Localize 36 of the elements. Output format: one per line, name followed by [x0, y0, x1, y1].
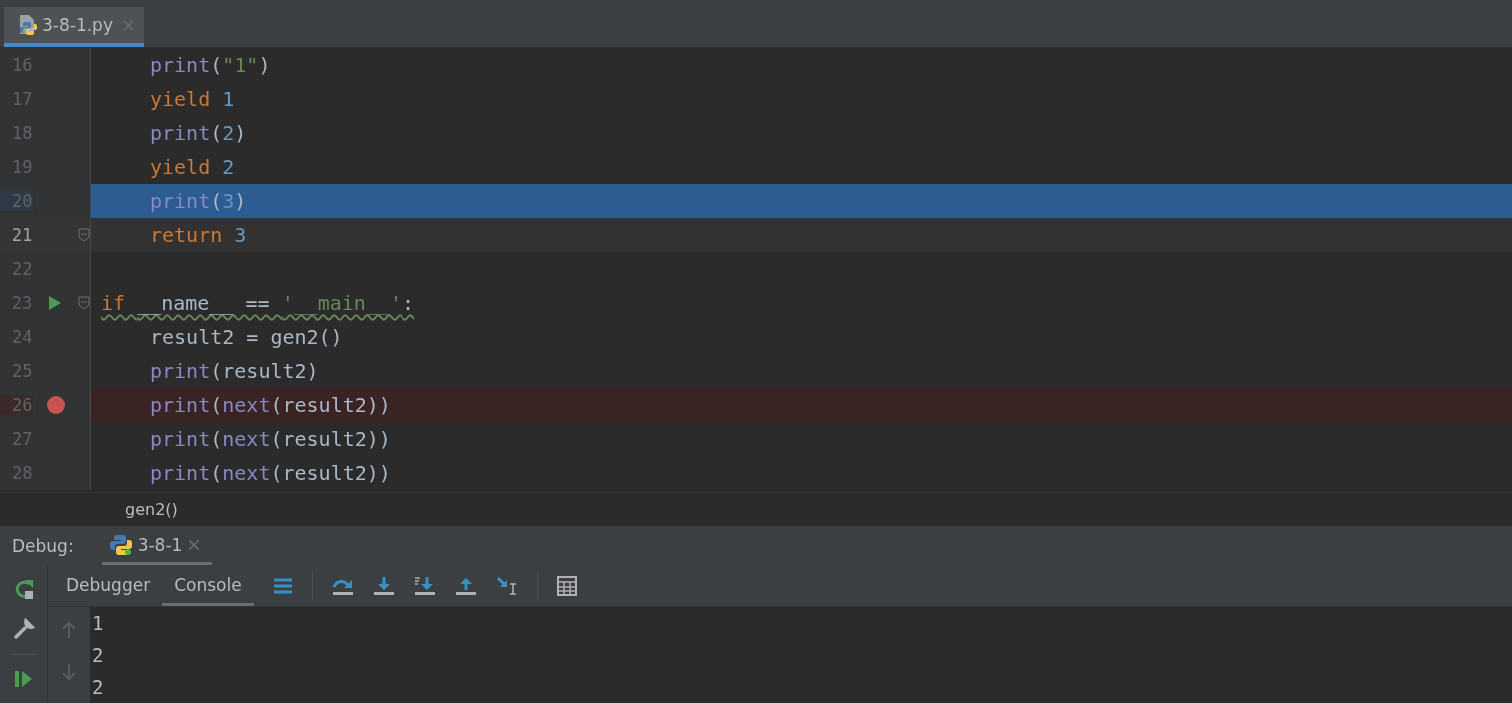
console-output: 2 [92, 676, 104, 698]
code-text: yield 2 [150, 154, 235, 181]
breakpoint-icon[interactable] [46, 396, 65, 414]
debug-label: Debug: [12, 536, 74, 556]
calculator-icon[interactable] [556, 576, 577, 596]
code-text: print(result2) [150, 358, 319, 385]
code-text: print(2) [150, 120, 247, 147]
code-text: print("1") [150, 52, 271, 79]
python-file-icon [18, 14, 38, 36]
wrench-icon[interactable] [12, 618, 35, 640]
code-text: return 3 [150, 222, 247, 249]
file-tab[interactable]: 3-8-1.py [4, 7, 144, 47]
fold-icon[interactable] [78, 296, 90, 310]
code-text: result2 = gen2() [150, 324, 343, 351]
line-number: 21 [10, 225, 33, 245]
console-output: 2 [92, 644, 104, 666]
code-text: yield 1 [150, 86, 235, 113]
code-text: print(next(result2)) [150, 426, 391, 453]
code-text: print(next(result2)) [150, 392, 391, 419]
resume-icon[interactable] [13, 669, 34, 689]
step-into-my-code-icon[interactable] [413, 576, 436, 596]
code-text: print(next(result2)) [150, 460, 391, 487]
view-tab[interactable]: Debugger [54, 566, 163, 606]
run-to-cursor-icon[interactable] [495, 576, 518, 596]
code-text: if __name__ == '__main__': [101, 290, 415, 317]
step-out-icon[interactable] [454, 576, 477, 596]
console-output: 1 [92, 612, 104, 634]
breadcrumb[interactable]: gen2() [125, 500, 178, 519]
close-icon[interactable] [188, 538, 201, 551]
fold-icon[interactable] [78, 228, 90, 242]
code-text: print(3) [150, 188, 247, 215]
python-icon [109, 533, 132, 556]
menu-icon[interactable] [272, 577, 293, 595]
line-number: 26 [0, 395, 33, 415]
step-into-icon[interactable] [372, 576, 395, 596]
run-icon[interactable] [48, 295, 63, 311]
